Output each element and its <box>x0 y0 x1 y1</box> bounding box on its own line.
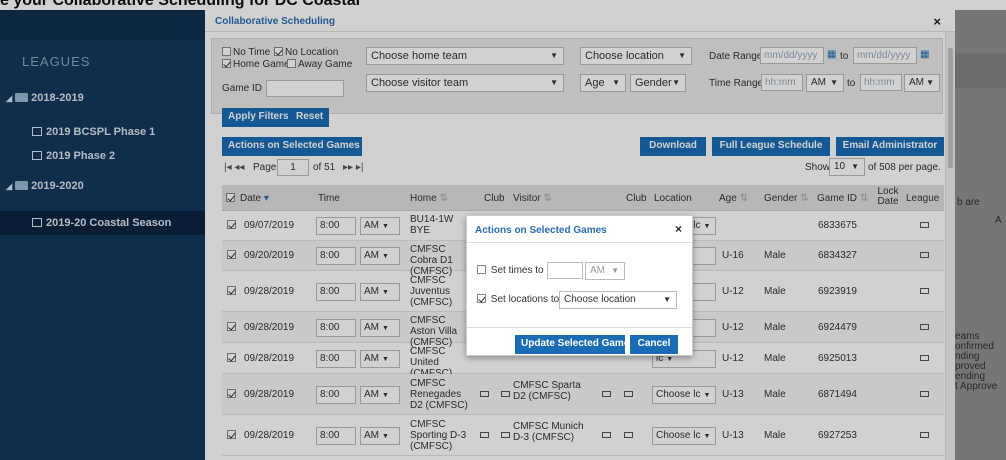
set-locations-checkbox[interactable]: Set locations to <box>477 294 559 305</box>
set-times-input[interactable] <box>547 262 583 279</box>
update-selected-games-button[interactable]: Update Selected Games <box>515 335 635 354</box>
dialog-title: Actions on Selected Games <box>475 225 607 236</box>
close-icon[interactable]: × <box>675 222 682 236</box>
actions-dialog: Actions on Selected Games × Set times to… <box>466 215 693 356</box>
set-locations-select[interactable]: Choose location ▼ <box>559 291 677 309</box>
set-times-checkbox[interactable]: Set times to <box>477 265 544 276</box>
set-times-ampm-select[interactable]: AM ▼ <box>585 262 625 280</box>
cancel-button[interactable]: Cancel <box>630 335 678 354</box>
